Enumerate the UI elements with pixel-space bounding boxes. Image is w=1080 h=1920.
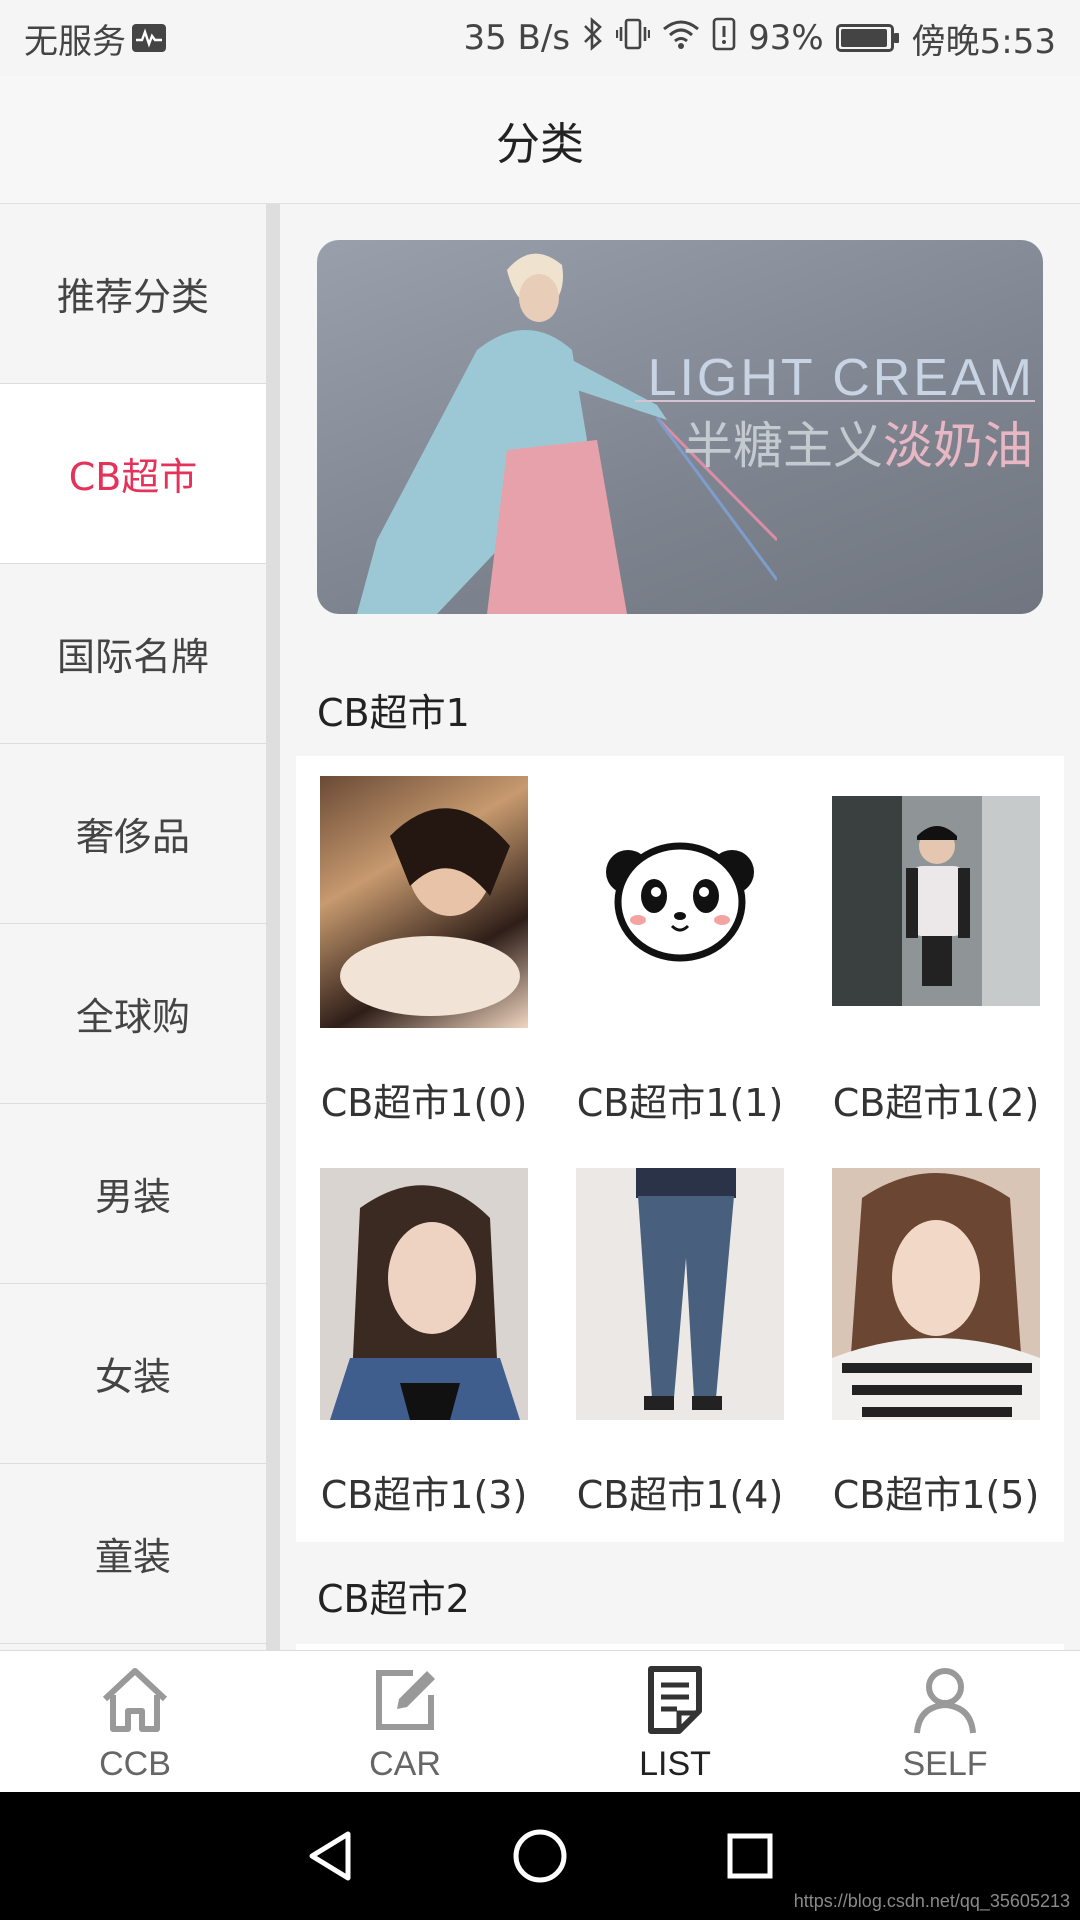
section-title: CB超市2 <box>317 1577 470 1621</box>
clock-text: 傍晚5:53 <box>911 21 1056 62</box>
item-label: CB超市1(4) <box>576 1473 784 1517</box>
sidebar-item-label: 推荐分类 <box>56 275 209 319</box>
nav-label: LIST <box>639 1745 711 1783</box>
carrier-text: 无服务 <box>24 21 126 62</box>
item-image <box>320 776 528 1028</box>
vibrate-icon <box>615 17 651 60</box>
battery-icon <box>835 24 899 52</box>
item-image <box>832 776 1040 1028</box>
category-sidebar: 推荐分类 CB超市 国际名牌 奢侈品 全球购 男装 女装 童装 <box>0 204 266 1650</box>
category-content[interactable]: LIGHT CREAM 半糖主义淡奶油 CB超市1 CB超市1(0) CB超市1… <box>280 204 1080 1650</box>
home-circle-icon[interactable] <box>510 1826 570 1886</box>
grid-item[interactable]: CB超市1(3) <box>296 1148 552 1540</box>
nav-label: CCB <box>99 1745 171 1783</box>
grid-item[interactable]: CB超市1(2) <box>808 756 1064 1148</box>
sidebar-item-label: 奢侈品 <box>75 815 190 859</box>
nav-item-car[interactable]: CAR <box>270 1651 540 1792</box>
product-grid: CB超市1(0) CB超市1(1) CB超市1(2) CB超市1(3) CB超市… <box>296 756 1064 1542</box>
recent-apps-icon[interactable] <box>720 1826 780 1886</box>
nav-label: SELF <box>902 1745 988 1783</box>
battery-percent: 93% <box>748 18 824 58</box>
nav-item-self[interactable]: SELF <box>810 1651 1080 1792</box>
net-speed-text: 35 B/s <box>463 18 571 58</box>
edit-icon <box>376 1670 435 1730</box>
list-icon <box>648 1666 702 1734</box>
grid-item[interactable]: CB超市1(5) <box>808 1148 1064 1540</box>
nav-item-list[interactable]: LIST <box>540 1651 810 1792</box>
sidebar-item-luxury[interactable]: 奢侈品 <box>0 744 266 924</box>
sidebar-item-international-brands[interactable]: 国际名牌 <box>0 564 266 744</box>
sidebar-item-cb-supermarket[interactable]: CB超市 <box>0 384 266 564</box>
app-header: 分类 <box>0 76 1080 204</box>
bluetooth-icon <box>582 16 604 60</box>
grid-item[interactable]: CB超市1(4) <box>552 1148 808 1540</box>
system-nav-bar: https://blog.csdn.net/qq_35605213 <box>0 1792 1080 1920</box>
banner-title-cn-a: 半糖主义 <box>683 417 883 475</box>
item-image <box>576 1168 784 1420</box>
item-label: CB超市1(2) <box>832 1081 1040 1125</box>
sidebar-scroll-track <box>266 204 280 1650</box>
item-image <box>320 1168 528 1420</box>
monitor-icon <box>132 24 166 52</box>
item-label: CB超市1(5) <box>832 1473 1040 1517</box>
sidebar-item-label: 女装 <box>94 1355 171 1399</box>
sidebar-item-label: 男装 <box>94 1175 171 1219</box>
panda-icon <box>576 776 784 1028</box>
wifi-icon <box>662 18 700 59</box>
item-image <box>832 1168 1040 1420</box>
bottom-nav: CCB CAR LIST SELF <box>0 1650 1080 1792</box>
user-icon <box>914 1668 976 1734</box>
item-label: CB超市1(0) <box>320 1081 528 1125</box>
watermark: https://blog.csdn.net/qq_35605213 <box>793 1891 1070 1911</box>
item-label: CB超市1(1) <box>576 1081 784 1125</box>
sidebar-item-menswear[interactable]: 男装 <box>0 1104 266 1284</box>
section-title: CB超市1 <box>317 691 470 735</box>
banner-title-cn: 半糖主义淡奶油 <box>683 406 1033 478</box>
alert-icon <box>712 17 736 60</box>
sidebar-item-womenswear[interactable]: 女装 <box>0 1284 266 1464</box>
grid-item[interactable]: CB超市1(0) <box>296 756 552 1148</box>
grid-item[interactable]: CB超市1(1) <box>552 756 808 1148</box>
page-title: 分类 <box>496 118 584 170</box>
sidebar-item-recommend[interactable]: 推荐分类 <box>0 204 266 384</box>
banner-divider <box>635 400 1035 402</box>
nav-item-ccb[interactable]: CCB <box>0 1651 270 1792</box>
banner-title-cn-b: 淡奶油 <box>883 417 1033 475</box>
status-bar: 无服务 35 B/s 93% 傍晚5:53 <box>0 0 1080 76</box>
home-icon <box>102 1668 168 1732</box>
promo-banner[interactable]: LIGHT CREAM 半糖主义淡奶油 <box>317 240 1043 614</box>
sidebar-item-global-shopping[interactable]: 全球购 <box>0 924 266 1104</box>
item-label: CB超市1(3) <box>320 1473 528 1517</box>
back-icon[interactable] <box>300 1826 360 1886</box>
sidebar-item-kidswear[interactable]: 童装 <box>0 1464 266 1644</box>
nav-label: CAR <box>369 1745 441 1783</box>
banner-title-en: LIGHT CREAM <box>647 349 1035 407</box>
sidebar-item-label: 国际名牌 <box>56 635 209 679</box>
sidebar-item-label: CB超市 <box>68 455 198 499</box>
sidebar-item-label: 童装 <box>94 1535 171 1579</box>
sidebar-item-label: 全球购 <box>75 995 190 1039</box>
